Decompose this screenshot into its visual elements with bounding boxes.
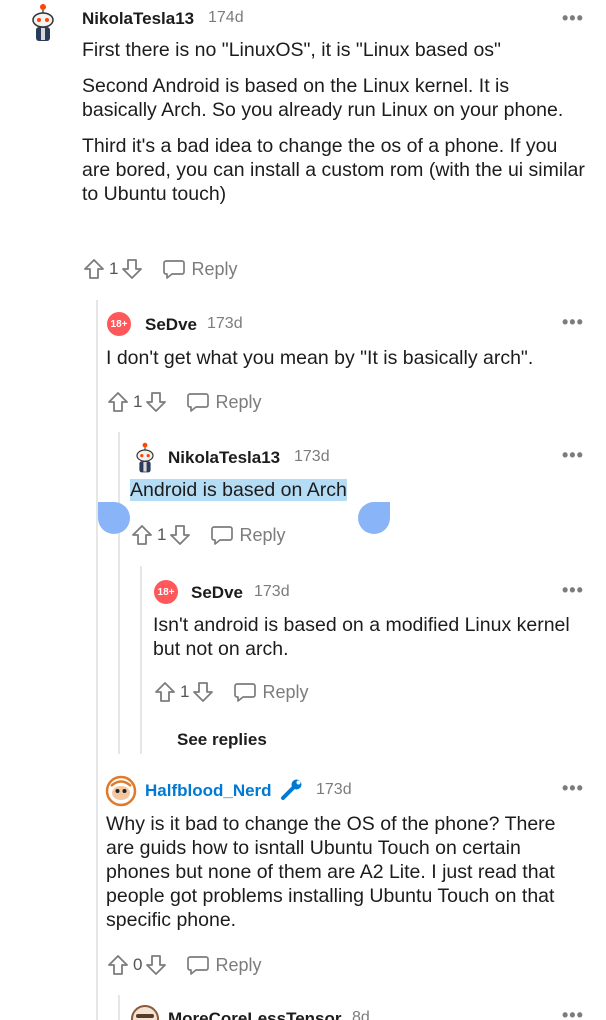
more-options-icon[interactable]: ••• [562, 312, 584, 333]
reply-label: Reply [239, 524, 286, 545]
comment-age: 173d [294, 448, 330, 465]
comment-age: 173d [316, 781, 352, 798]
avatar-icon[interactable] [105, 775, 137, 812]
comment-body: I don't get what you mean by "It is basi… [106, 346, 586, 370]
comment-actions: 1 Reply [153, 678, 309, 706]
selected-text[interactable]: Android is based on Arch [130, 479, 347, 501]
avatar-icon[interactable] [133, 442, 157, 479]
comment-paragraph: Why is it bad to change the OS of the ph… [106, 813, 556, 931]
comment-actions: 1 Reply [106, 388, 262, 416]
comment-body: Why is it bad to change the OS of the ph… [106, 812, 588, 932]
username[interactable]: Halfblood_Nerd [145, 781, 272, 801]
reply-icon [186, 954, 210, 976]
username[interactable]: NikolaTesla13 [82, 9, 194, 29]
upvote-icon[interactable] [106, 953, 130, 977]
reply-icon [186, 391, 210, 413]
vote-count: 0 [133, 955, 143, 974]
upvote-icon[interactable] [153, 680, 177, 704]
more-options-icon[interactable]: ••• [562, 8, 584, 29]
reply-button[interactable]: Reply [186, 391, 262, 413]
vote-count: 1 [157, 525, 167, 544]
reply-label: Reply [215, 954, 262, 975]
username[interactable]: NikolaTesla13 [168, 448, 280, 468]
comment-actions: 1 Reply [130, 521, 286, 549]
downvote-icon[interactable] [120, 257, 144, 281]
username[interactable]: SeDve [145, 315, 197, 335]
avatar-icon[interactable] [28, 3, 58, 48]
comment-age: 174d [208, 9, 244, 26]
reply-label: Reply [191, 258, 238, 279]
see-replies-link[interactable]: See replies [177, 730, 267, 750]
thread-line [118, 432, 120, 754]
comment-paragraph: I don't get what you mean by "It is basi… [106, 347, 534, 369]
nsfw-badge[interactable]: 18+ [107, 312, 131, 336]
downvote-icon[interactable] [144, 390, 168, 414]
reply-label: Reply [262, 681, 309, 702]
selection-handle-left[interactable] [98, 502, 130, 534]
username[interactable]: SeDve [191, 583, 243, 603]
comment: MoreCoreLessTensor 8d ••• [0, 1000, 606, 1020]
reply-button[interactable]: Reply [186, 954, 262, 976]
downvote-icon[interactable] [191, 680, 215, 704]
comment-paragraph: Isn't android is based on a modified Lin… [153, 614, 570, 660]
wrench-icon [280, 777, 304, 806]
upvote-icon[interactable] [106, 390, 130, 414]
comment-paragraph: Second Android is based on the Linux ker… [82, 75, 564, 121]
comment-age: 173d [207, 315, 243, 332]
reply-label: Reply [215, 391, 262, 412]
reply-button[interactable]: Reply [162, 258, 238, 280]
thread-line [96, 300, 98, 1020]
reply-button[interactable]: Reply [210, 524, 286, 546]
vote-count: 1 [180, 682, 190, 701]
vote-count: 1 [109, 259, 119, 278]
downvote-icon[interactable] [168, 523, 192, 547]
reply-icon [233, 681, 257, 703]
more-options-icon[interactable]: ••• [562, 778, 584, 799]
comment-body: First there is no "LinuxOS", it is "Linu… [82, 38, 587, 206]
downvote-icon[interactable] [144, 953, 168, 977]
reply-button[interactable]: Reply [233, 681, 309, 703]
vote-count: 1 [133, 392, 143, 411]
comment-paragraph: Third it's a bad idea to change the os o… [82, 135, 585, 205]
comment-paragraph: First there is no "LinuxOS", it is "Linu… [82, 39, 501, 61]
comment-actions: 0 Reply [106, 951, 262, 979]
reply-icon [210, 524, 234, 546]
selection-handle-right[interactable] [358, 502, 390, 534]
comment-actions: 1 Reply [82, 255, 238, 283]
nsfw-badge[interactable]: 18+ [154, 580, 178, 604]
comment-body: Isn't android is based on a modified Lin… [153, 613, 573, 661]
username[interactable]: MoreCoreLessTensor [168, 1009, 342, 1020]
upvote-icon[interactable] [82, 257, 106, 281]
more-options-icon[interactable]: ••• [562, 580, 584, 601]
more-options-icon[interactable]: ••• [562, 1005, 584, 1020]
comment-age: 8d [352, 1009, 370, 1020]
comment-body: Android is based on Arch [130, 478, 570, 502]
thread-line [140, 566, 142, 754]
avatar-icon[interactable] [130, 1004, 160, 1020]
comment-age: 173d [254, 583, 290, 600]
reply-icon [162, 258, 186, 280]
more-options-icon[interactable]: ••• [562, 445, 584, 466]
upvote-icon[interactable] [130, 523, 154, 547]
